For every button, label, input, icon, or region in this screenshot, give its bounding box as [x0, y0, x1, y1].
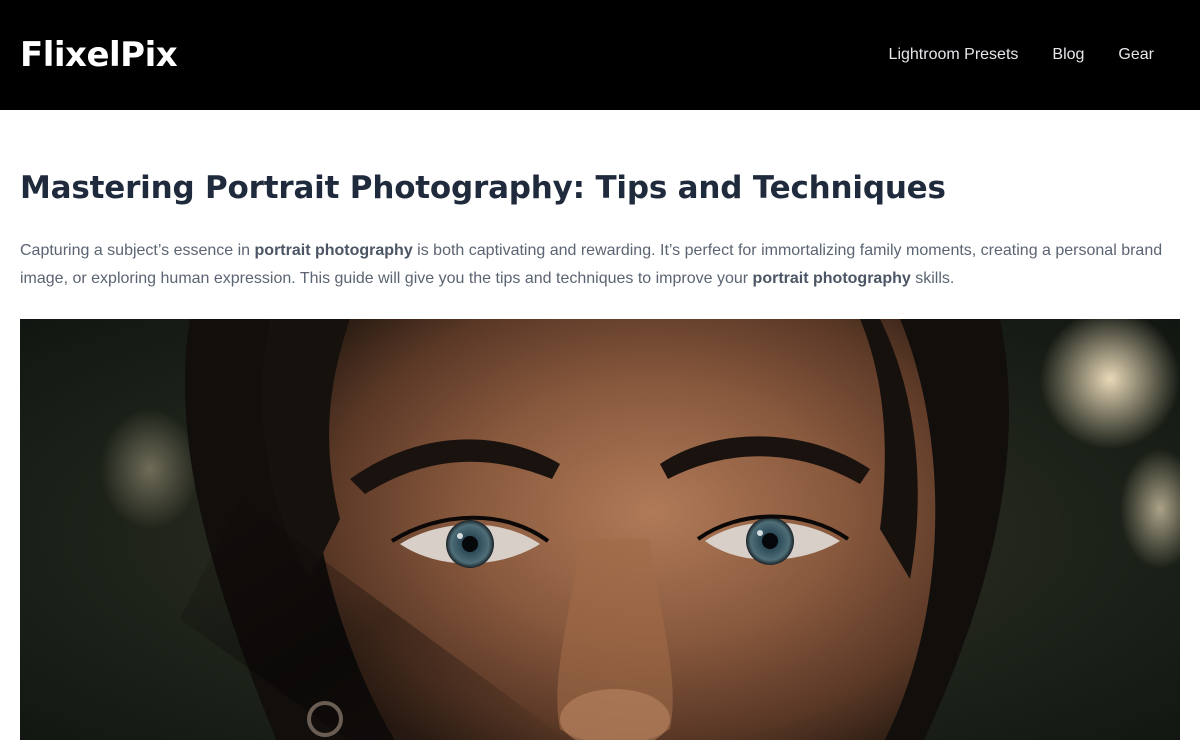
nav-lightroom-presets[interactable]: Lightroom Presets	[889, 46, 1019, 64]
portrait-illustration	[20, 319, 1180, 740]
intro-text-1: Capturing a subject’s essence in	[20, 242, 255, 260]
article-intro: Capturing a subject’s essence in portrai…	[20, 237, 1170, 293]
site-header: FlixelPix Lightroom Presets Blog Gear	[0, 0, 1200, 110]
keyword-portrait-photography: portrait photography	[254, 242, 413, 260]
nav-gear[interactable]: Gear	[1118, 46, 1154, 64]
main-nav: Lightroom Presets Blog Gear	[889, 46, 1154, 64]
page-title: Mastering Portrait Photography: Tips and…	[20, 170, 946, 206]
site-logo[interactable]: FlixelPix	[20, 35, 178, 75]
article-content: Mastering Portrait Photography: Tips and…	[0, 110, 1200, 740]
intro-text-3: skills.	[910, 270, 955, 288]
hero-portrait-image	[20, 319, 1180, 740]
nav-blog[interactable]: Blog	[1052, 46, 1084, 64]
keyword-portrait-photography-2: portrait photography	[752, 270, 911, 288]
